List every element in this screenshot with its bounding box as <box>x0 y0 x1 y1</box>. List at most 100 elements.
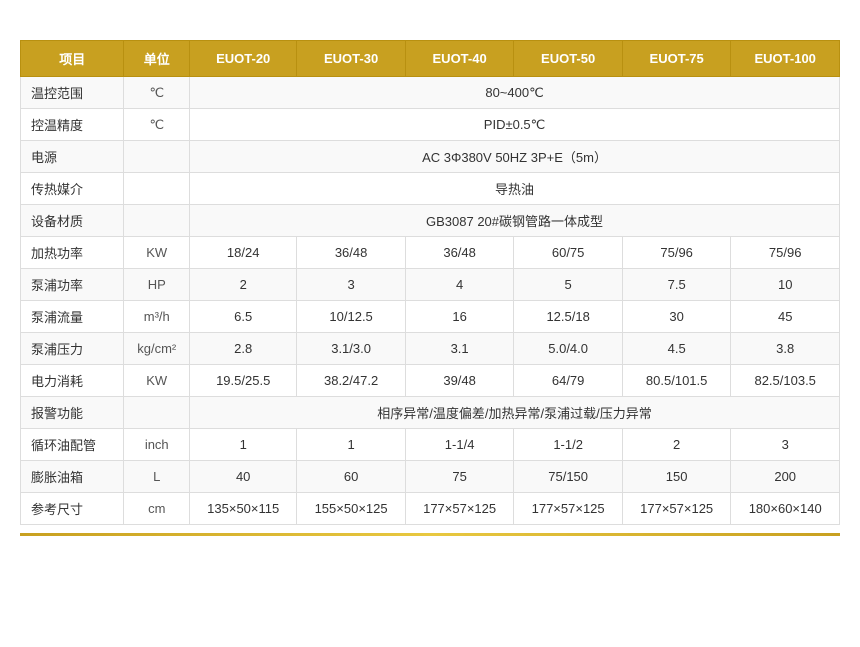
row-value-2: 16 <box>405 301 514 333</box>
table-row: 传热媒介 导热油 <box>21 173 840 205</box>
row-unit <box>124 397 190 429</box>
row-value-0: 19.5/25.5 <box>190 365 297 397</box>
table-row: 控温精度℃PID±0.5℃ <box>21 109 840 141</box>
row-value-2: 177×57×125 <box>405 493 514 525</box>
row-label: 膨胀油箱 <box>21 461 124 493</box>
row-label: 循环油配管 <box>21 429 124 461</box>
row-value-5: 180×60×140 <box>731 493 840 525</box>
row-value-1: 36/48 <box>297 237 406 269</box>
col-header-euot40: EUOT-40 <box>405 41 514 77</box>
col-header-euot20: EUOT-20 <box>190 41 297 77</box>
row-value-3: 64/79 <box>514 365 623 397</box>
table-row: 泵浦流量m³/h6.510/12.51612.5/183045 <box>21 301 840 333</box>
row-label: 温控范围 <box>21 77 124 109</box>
row-value-2: 39/48 <box>405 365 514 397</box>
bottom-decoration-line <box>20 533 840 536</box>
row-unit <box>124 173 190 205</box>
row-colspan-value: 相序异常/温度偏差/加热异常/泵浦过载/压力异常 <box>190 397 840 429</box>
row-label: 设备材质 <box>21 205 124 237</box>
row-colspan-value: 导热油 <box>190 173 840 205</box>
row-value-4: 80.5/101.5 <box>622 365 731 397</box>
row-value-0: 40 <box>190 461 297 493</box>
row-value-2: 1-1/4 <box>405 429 514 461</box>
row-label: 控温精度 <box>21 109 124 141</box>
row-unit: KW <box>124 237 190 269</box>
row-value-0: 135×50×115 <box>190 493 297 525</box>
row-colspan-value: PID±0.5℃ <box>190 109 840 141</box>
row-value-5: 200 <box>731 461 840 493</box>
row-unit: kg/cm² <box>124 333 190 365</box>
row-value-5: 3.8 <box>731 333 840 365</box>
row-label: 传热媒介 <box>21 173 124 205</box>
row-colspan-value: 80~400℃ <box>190 77 840 109</box>
row-label: 泵浦功率 <box>21 269 124 301</box>
row-unit: ℃ <box>124 109 190 141</box>
row-value-4: 177×57×125 <box>622 493 731 525</box>
row-unit: cm <box>124 493 190 525</box>
row-value-4: 2 <box>622 429 731 461</box>
table-row: 电源 AC 3Φ380V 50HZ 3P+E（5m） <box>21 141 840 173</box>
row-value-1: 38.2/47.2 <box>297 365 406 397</box>
table-row: 温控范围℃80~400℃ <box>21 77 840 109</box>
row-value-3: 5 <box>514 269 623 301</box>
row-unit: L <box>124 461 190 493</box>
parameter-table-wrapper: 项目单位EUOT-20EUOT-30EUOT-40EUOT-50EUOT-75E… <box>20 40 840 525</box>
table-row: 加热功率KW18/2436/4836/4860/7575/9675/96 <box>21 237 840 269</box>
row-value-3: 177×57×125 <box>514 493 623 525</box>
col-header-euot30: EUOT-30 <box>297 41 406 77</box>
row-value-5: 82.5/103.5 <box>731 365 840 397</box>
row-value-3: 12.5/18 <box>514 301 623 333</box>
col-header-euot100: EUOT-100 <box>731 41 840 77</box>
row-value-0: 2 <box>190 269 297 301</box>
row-value-3: 60/75 <box>514 237 623 269</box>
row-value-0: 2.8 <box>190 333 297 365</box>
row-label: 参考尺寸 <box>21 493 124 525</box>
row-value-2: 75 <box>405 461 514 493</box>
table-row: 循环油配管inch111-1/41-1/223 <box>21 429 840 461</box>
col-header-euot50: EUOT-50 <box>514 41 623 77</box>
row-value-0: 1 <box>190 429 297 461</box>
col-header-euot75: EUOT-75 <box>622 41 731 77</box>
table-row: 泵浦压力kg/cm²2.83.1/3.03.15.0/4.04.53.8 <box>21 333 840 365</box>
row-label: 泵浦压力 <box>21 333 124 365</box>
row-value-1: 10/12.5 <box>297 301 406 333</box>
row-unit: m³/h <box>124 301 190 333</box>
table-row: 膨胀油箱L40607575/150150200 <box>21 461 840 493</box>
row-value-4: 7.5 <box>622 269 731 301</box>
row-value-3: 1-1/2 <box>514 429 623 461</box>
row-value-2: 4 <box>405 269 514 301</box>
table-row: 参考尺寸cm135×50×115155×50×125177×57×125177×… <box>21 493 840 525</box>
row-value-5: 10 <box>731 269 840 301</box>
table-row: 泵浦功率HP23457.510 <box>21 269 840 301</box>
row-label: 电力消耗 <box>21 365 124 397</box>
col-header-label: 项目 <box>21 41 124 77</box>
row-label: 电源 <box>21 141 124 173</box>
parameter-table: 项目单位EUOT-20EUOT-30EUOT-40EUOT-50EUOT-75E… <box>20 40 840 525</box>
row-colspan-value: AC 3Φ380V 50HZ 3P+E（5m） <box>190 141 840 173</box>
col-header-单位: 单位 <box>124 41 190 77</box>
table-row: 设备材质 GB3087 20#碳钢管路一体成型 <box>21 205 840 237</box>
row-unit <box>124 205 190 237</box>
row-unit: HP <box>124 269 190 301</box>
row-value-2: 3.1 <box>405 333 514 365</box>
row-value-0: 18/24 <box>190 237 297 269</box>
row-value-1: 1 <box>297 429 406 461</box>
table-row: 报警功能相序异常/温度偏差/加热异常/泵浦过载/压力异常 <box>21 397 840 429</box>
row-unit <box>124 141 190 173</box>
row-value-4: 75/96 <box>622 237 731 269</box>
row-label: 泵浦流量 <box>21 301 124 333</box>
row-unit: ℃ <box>124 77 190 109</box>
table-row: 电力消耗KW19.5/25.538.2/47.239/4864/7980.5/1… <box>21 365 840 397</box>
row-value-1: 3.1/3.0 <box>297 333 406 365</box>
row-colspan-value: GB3087 20#碳钢管路一体成型 <box>190 205 840 237</box>
row-value-5: 75/96 <box>731 237 840 269</box>
row-value-1: 155×50×125 <box>297 493 406 525</box>
row-value-2: 36/48 <box>405 237 514 269</box>
row-value-1: 3 <box>297 269 406 301</box>
row-value-1: 60 <box>297 461 406 493</box>
row-label: 加热功率 <box>21 237 124 269</box>
row-value-0: 6.5 <box>190 301 297 333</box>
row-unit: KW <box>124 365 190 397</box>
row-value-4: 4.5 <box>622 333 731 365</box>
row-value-3: 75/150 <box>514 461 623 493</box>
